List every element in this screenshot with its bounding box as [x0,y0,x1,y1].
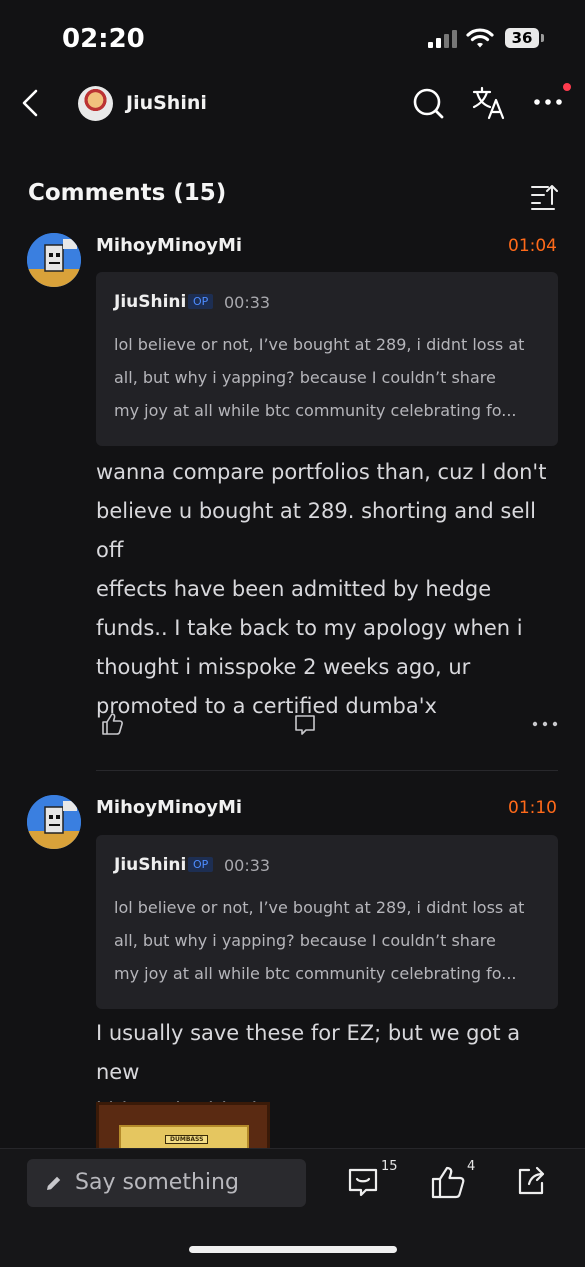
quoted-line: lol believe or not, I’ve bought at 289, … [114,898,525,917]
comments-header: Comments (15) [28,180,558,214]
quoted-text: lol believe or not, I’ve bought at 289, … [114,891,542,990]
notification-dot [563,83,571,91]
status-bar: 02:20 36 [0,0,585,70]
comment-line: believe u bought at 289. shorting and se… [96,499,536,562]
commenter-name[interactable]: MihoyMinoyMi [96,797,242,818]
quoted-post[interactable]: JiuShini OP 00:33 lol believe or not, I’… [96,835,558,1009]
home-indicator[interactable] [189,1246,397,1253]
avatar-image [27,795,81,849]
wifi-icon [466,28,494,48]
comment-time: 01:04 [508,236,557,256]
commenter-avatar[interactable] [27,795,81,849]
more-options-icon[interactable] [533,96,563,108]
comment-time: 01:10 [508,798,557,818]
battery-tip [541,34,544,42]
search-icon[interactable] [411,84,447,122]
certificate-label: DUMBASS [165,1135,209,1144]
comment-input[interactable]: Say something [27,1159,306,1207]
comment-item: MihoyMinoyMi 01:10 JiuShini OP 00:33 lol… [0,792,585,1152]
like-icon[interactable] [430,1165,466,1201]
comment-line: funds.. I take back to my apology when i [96,616,523,640]
translate-icon[interactable] [470,84,508,122]
comment-line: thought i misspoke 2 weeks ago, ur [96,655,471,679]
top-nav-bar: JiuShini [0,70,585,138]
comment-actions [96,710,558,740]
commenter-name[interactable]: MihoyMinoyMi [96,235,242,256]
comment-count: 15 [381,1159,398,1174]
quoted-line: all, but why i yapping? because I couldn… [114,368,496,387]
sort-icon[interactable] [530,182,558,210]
comment-divider [96,770,558,771]
more-icon[interactable] [532,720,558,728]
comment-input-placeholder: Say something [75,1170,239,1195]
reply-icon[interactable] [293,713,317,737]
like-count: 4 [467,1159,476,1174]
commenter-avatar[interactable] [27,233,81,287]
avatar-image [27,233,81,287]
quoted-text: lol believe or not, I’ve bought at 289, … [114,328,542,427]
like-icon[interactable] [100,712,124,736]
quoted-line: my joy at all while btc community celebr… [114,401,517,420]
quoted-line: my joy at all while btc community celebr… [114,964,517,983]
author-avatar[interactable] [78,86,113,121]
author-name[interactable]: JiuShini [126,92,207,114]
op-badge: OP [188,857,214,872]
comment-icon[interactable] [346,1165,380,1199]
comment-body: wanna compare portfolios than, cuz I don… [96,453,566,726]
comment-line: wanna compare portfolios than, cuz I don… [96,460,547,484]
pencil-icon [47,1176,61,1190]
quoted-author: JiuShini [114,855,187,875]
quoted-time: 00:33 [224,856,271,875]
comments-title: Comments (15) [28,180,227,206]
quoted-line: lol believe or not, I’ve bought at 289, … [114,335,525,354]
comment-item: MihoyMinoyMi 01:04 JiuShini OP 00:33 lol… [0,230,585,790]
back-arrow-icon[interactable] [16,86,46,120]
status-time: 02:20 [62,24,145,54]
share-icon[interactable] [515,1165,547,1197]
comment-line: effects have been admitted by hedge [96,577,492,601]
quoted-time: 00:33 [224,293,271,312]
op-badge: OP [188,294,214,309]
cellular-signal-icon [428,30,458,48]
quoted-author: JiuShini [114,292,187,312]
comment-line: I usually save these for EZ; but we got … [96,1021,521,1084]
quoted-line: all, but why i yapping? because I couldn… [114,931,496,950]
battery-icon: 36 [505,28,539,48]
quoted-post[interactable]: JiuShini OP 00:33 lol believe or not, I’… [96,272,558,446]
